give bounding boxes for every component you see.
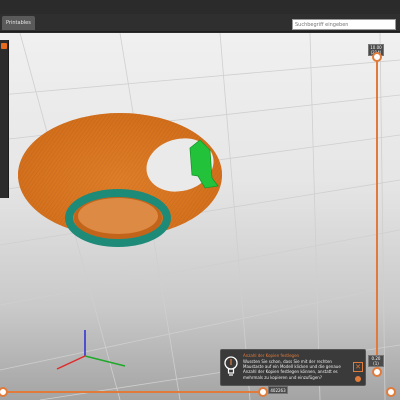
hint-title: Anzahl der Kopien festlegen — [243, 353, 300, 358]
layer-bottom-label: 0.20 (1) — [368, 355, 384, 367]
panel-collapse-icon[interactable] — [1, 43, 7, 49]
search-input[interactable] — [292, 19, 396, 30]
layer-slider-rail[interactable] — [376, 57, 378, 367]
scene — [0, 33, 400, 400]
move-slider-right-handle[interactable] — [258, 387, 268, 397]
hint-body: Wussten Sie schon, dass Sie mit der rech… — [243, 359, 341, 380]
3d-viewport[interactable] — [0, 33, 400, 400]
axes-gizmo — [56, 330, 126, 370]
layer-slider-bottom-handle[interactable] — [372, 367, 382, 377]
move-slider-value: 402263 — [268, 386, 288, 394]
move-slider-end-handle[interactable] — [386, 387, 396, 397]
window-top-bar — [0, 0, 400, 14]
layer-slider-top-handle[interactable] — [372, 52, 382, 62]
gear-icon[interactable] — [355, 376, 361, 382]
left-panel — [0, 40, 9, 198]
funnel-model[interactable] — [18, 113, 222, 247]
lightbulb-icon — [224, 356, 238, 376]
tab-printables[interactable]: Printables — [2, 16, 35, 30]
hint-popup: Anzahl der Kopien festlegen Wussten Sie … — [220, 349, 366, 386]
close-icon[interactable]: ✕ — [353, 362, 363, 372]
move-slider-rail[interactable] — [4, 391, 262, 393]
layer-bottom-index: (1) — [373, 361, 379, 366]
